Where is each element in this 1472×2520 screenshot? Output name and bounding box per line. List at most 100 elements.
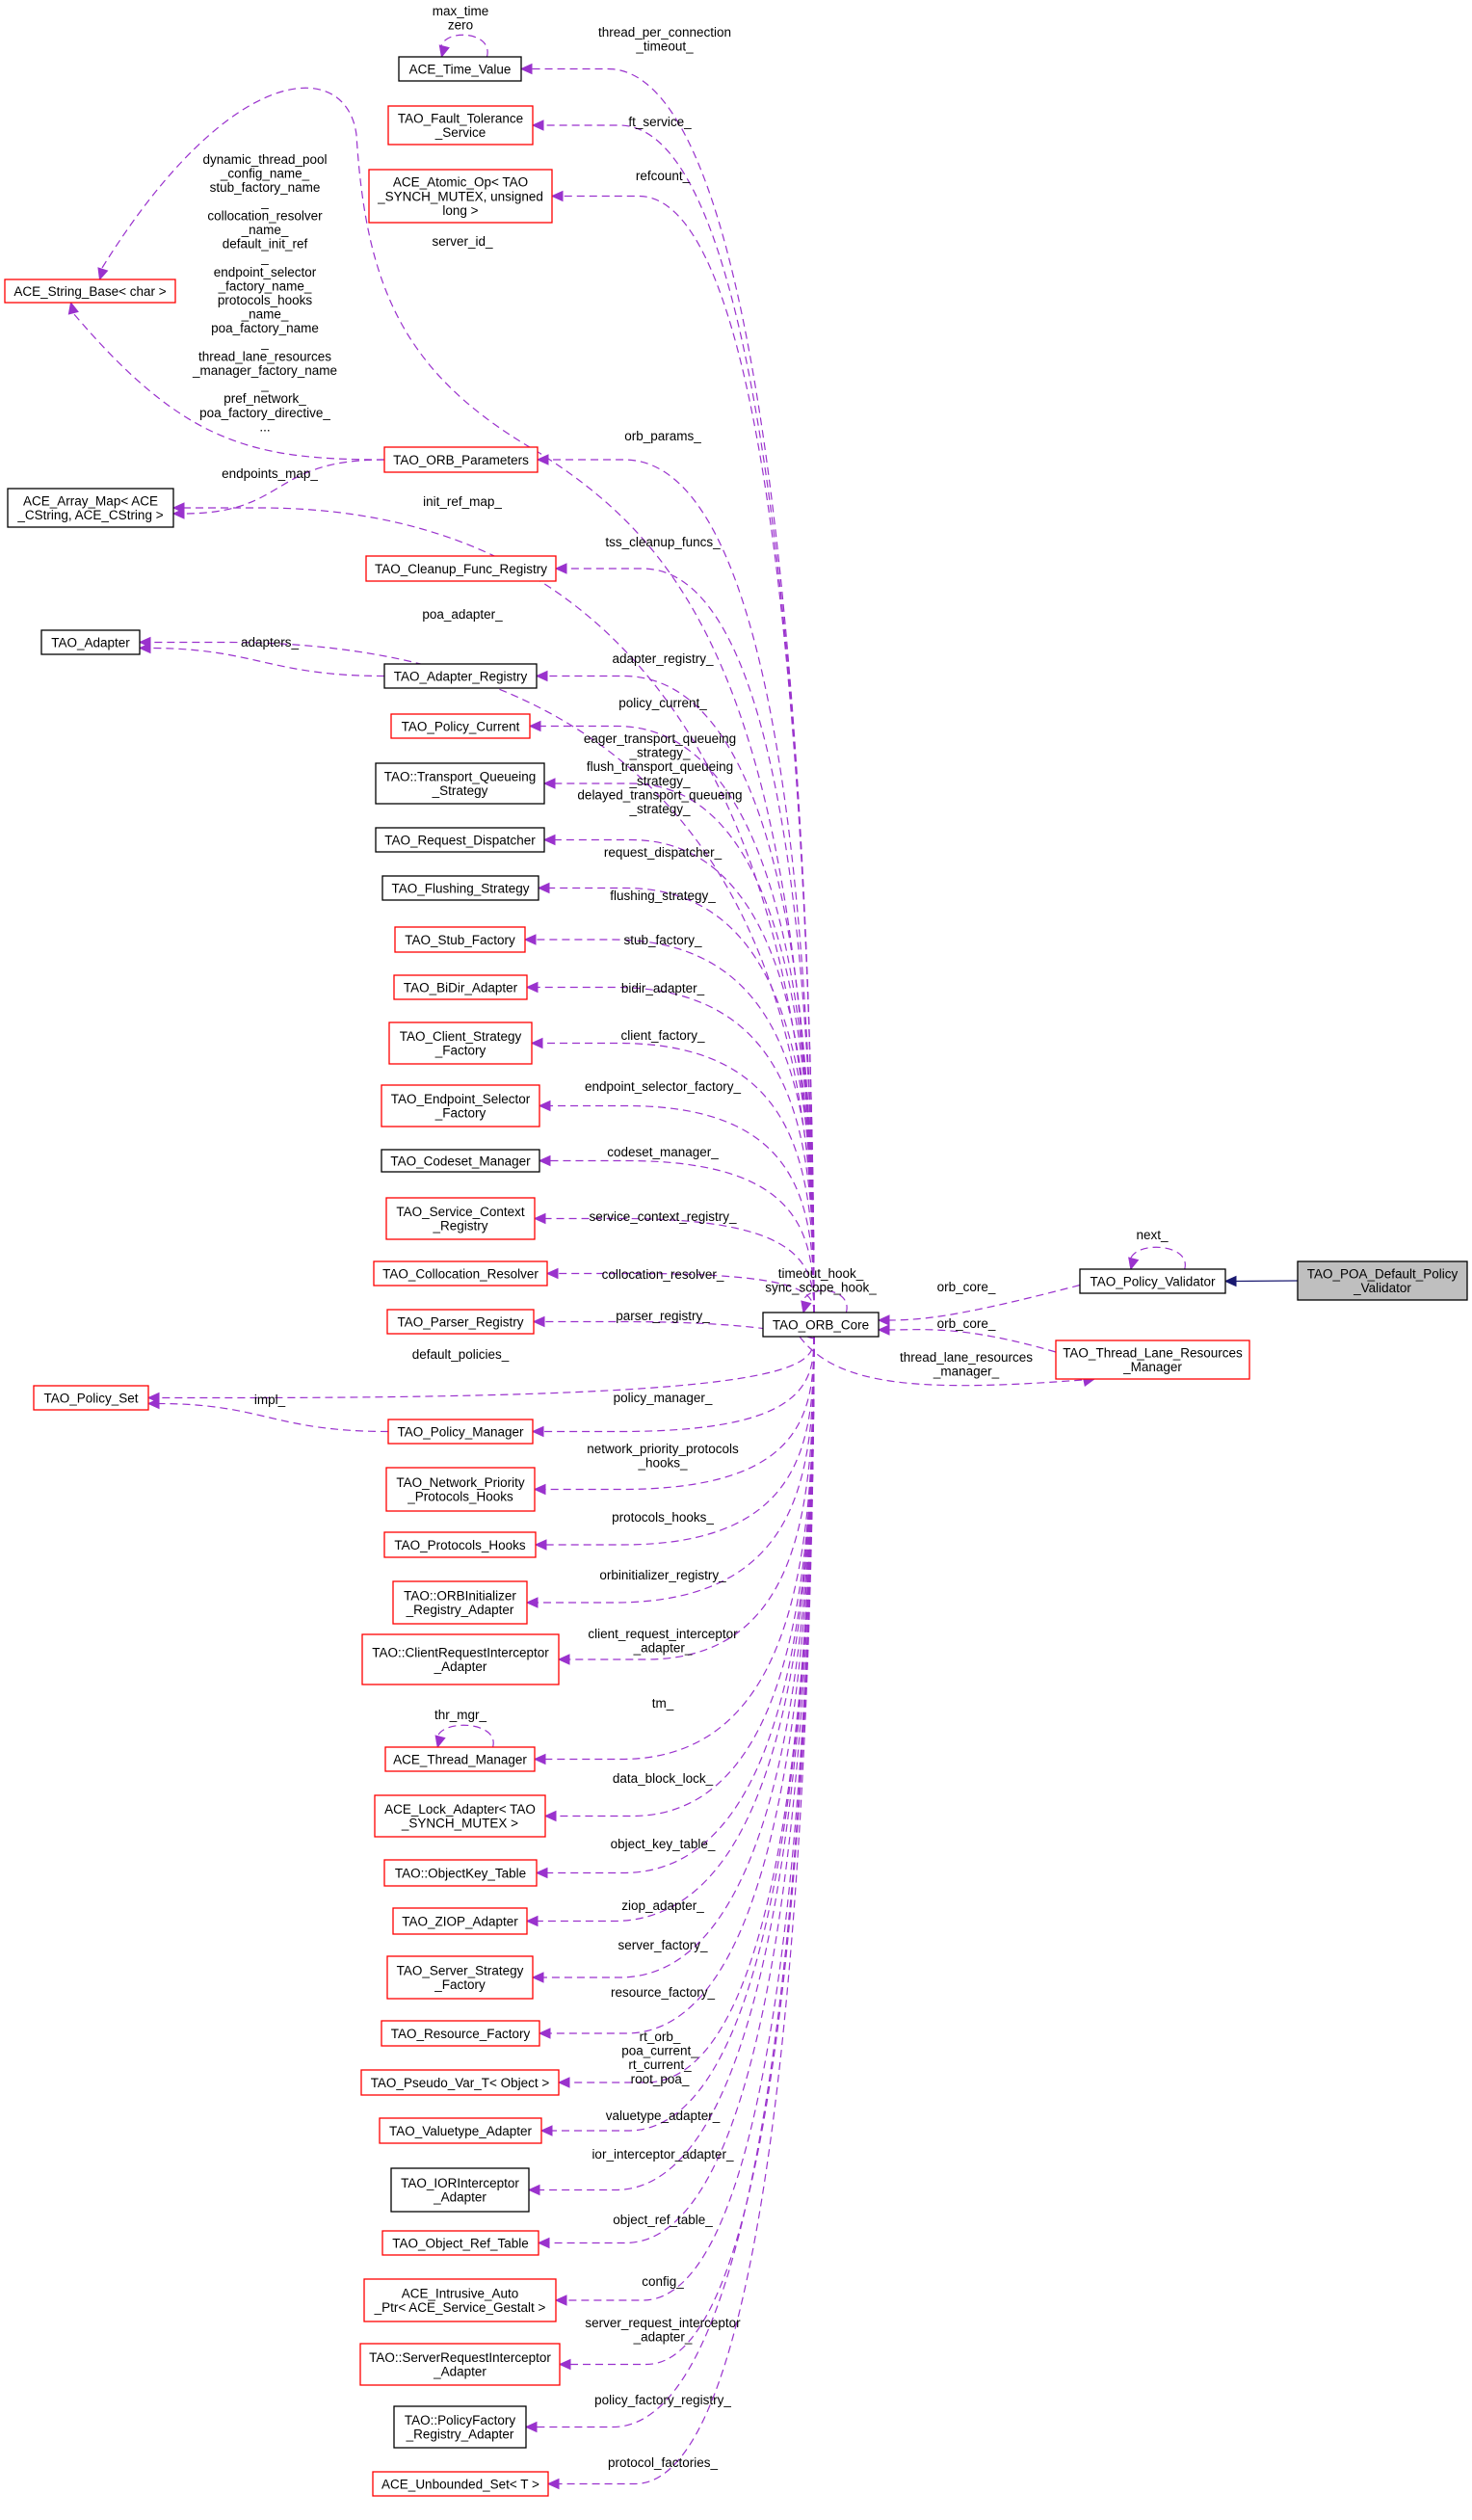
usage-edge <box>536 454 815 1313</box>
class-node-orb-params[interactable]: TAO_ORB_Parameters <box>383 446 539 473</box>
class-node-server-ri[interactable]: TAO::ServerRequestInterceptor_Adapter <box>359 2343 561 2386</box>
class-node-client-ri[interactable]: TAO::ClientRequestInterceptor_Adapter <box>361 1633 560 1685</box>
class-name: TAO_Pseudo_Var_T< Object > <box>371 2076 550 2090</box>
edge-label: client_factory_ <box>620 1028 705 1043</box>
edge-label: adapter_registry_ <box>612 651 714 666</box>
arrowhead-icon <box>97 267 109 281</box>
arrowhead-icon <box>538 1100 551 1112</box>
class-node-server-strategy[interactable]: TAO_Server_Strategy_Factory <box>386 1955 534 2000</box>
arrowhead-icon <box>527 2184 540 2196</box>
edge-line <box>157 1402 389 1433</box>
class-node-endpoint-sel[interactable]: TAO_Endpoint_Selector_Factory <box>381 1084 540 1127</box>
edge-label: timeout_hook_ <box>778 1266 864 1281</box>
class-node-object-ref[interactable]: TAO_Object_Ref_Table <box>381 2230 539 2256</box>
usage-edge <box>533 1212 815 1313</box>
arrowhead-icon <box>557 1654 570 1665</box>
class-node-collocation[interactable]: TAO_Collocation_Resolver <box>373 1260 548 1287</box>
class-name: TAO_Service_Context <box>396 1205 525 1219</box>
edge-label: orb_core_ <box>937 1316 996 1331</box>
class-node-fault-tol[interactable]: TAO_Fault_Tolerance_Service <box>387 105 534 146</box>
edge-label: rt_orb_ <box>640 2029 681 2044</box>
class-node-objkey[interactable]: TAO::ObjectKey_Table <box>383 1859 538 1887</box>
class-name: _Protocols_Hooks <box>407 1490 513 1504</box>
edge-line <box>535 939 815 1313</box>
class-node-policy-validator[interactable]: TAO_Policy_Validator <box>1079 1268 1226 1294</box>
class-name: TAO_ZIOP_Adapter <box>402 1914 518 1928</box>
class-node-codeset[interactable]: TAO_Codeset_Manager <box>381 1149 540 1173</box>
class-node-net-priority[interactable]: TAO_Network_Priority_Protocols_Hooks <box>385 1467 536 1512</box>
class-node-request-disp[interactable]: TAO_Request_Dispatcher <box>375 827 545 853</box>
arrowhead-icon <box>525 981 539 994</box>
edge-line <box>536 1336 815 2428</box>
class-node-orbinit[interactable]: TAO::ORBInitializer_Registry_Adapter <box>392 1580 528 1625</box>
class-node-thread-mgr[interactable]: ACE_Thread_Manager <box>384 1746 536 1772</box>
class-node-pseudo-var[interactable]: TAO_Pseudo_Var_T< Object > <box>360 2069 560 2096</box>
arrowhead-icon <box>525 1915 539 1927</box>
class-name: ACE_String_Base< char > <box>13 284 166 299</box>
class-name: _Ptr< ACE_Service_Gestalt > <box>374 2300 546 2315</box>
class-node-policy-factory[interactable]: TAO::PolicyFactory_Registry_Adapter <box>393 2405 527 2449</box>
arrowhead-icon <box>550 190 564 202</box>
edge-label: policy_current_ <box>618 696 707 710</box>
class-node-array-map[interactable]: ACE_Array_Map< ACE_CString, ACE_CString … <box>7 488 174 528</box>
class-node-parser-reg[interactable]: TAO_Parser_Registry <box>386 1309 535 1335</box>
arrowhead-icon <box>1223 1275 1237 1287</box>
edge-label: collocation_resolver <box>207 208 323 223</box>
edge-label: parser_registry_ <box>616 1309 710 1323</box>
edge-label: server_id_ <box>432 234 493 249</box>
edge-label: flush_transport_queueing <box>587 759 733 774</box>
class-node-bidir[interactable]: TAO_BiDir_Adapter <box>393 974 528 1000</box>
arrowhead-icon <box>537 2237 550 2249</box>
class-node-valuetype[interactable]: TAO_Valuetype_Adapter <box>379 2117 542 2144</box>
class-node-cleanup[interactable]: TAO_Cleanup_Func_Registry <box>365 555 557 582</box>
class-name: _Factory <box>434 1106 486 1121</box>
class-node-adapter-registry[interactable]: TAO_Adapter_Registry <box>383 663 538 689</box>
edge-label: protocols_hooks_ <box>612 1510 714 1525</box>
edge-label: stub_factory_ <box>623 933 702 947</box>
edge-line <box>887 1329 1057 1353</box>
edge-label: ior_interceptor_adapter_ <box>591 2147 734 2162</box>
class-node-time-value[interactable]: ACE_Time_Value <box>398 56 522 82</box>
class-node-poa-default[interactable]: TAO_POA_Default_Policy_Validator <box>1297 1260 1468 1301</box>
class-node-ziop[interactable]: TAO_ZIOP_Adapter <box>392 1907 528 1935</box>
arrowhead-icon <box>434 1735 446 1749</box>
class-name: _Registry_Adapter <box>406 1603 514 1617</box>
arrowhead-icon <box>539 2125 553 2136</box>
class-node-unbounded-set[interactable]: ACE_Unbounded_Set< T > <box>372 2471 549 2497</box>
class-name: ACE_Time_Value <box>409 62 512 76</box>
edge-label: thread_per_connection <box>598 25 731 40</box>
class-node-flushing[interactable]: TAO_Flushing_Strategy <box>381 875 539 901</box>
class-node-intrusive[interactable]: ACE_Intrusive_Auto_Ptr< ACE_Service_Gest… <box>363 2278 557 2322</box>
class-node-thread-lane[interactable]: TAO_Thread_Lane_Resources_Manager <box>1055 1340 1250 1380</box>
class-node-adapter[interactable]: TAO_Adapter <box>40 629 141 655</box>
class-node-stub-factory[interactable]: TAO_Stub_Factory <box>394 926 526 953</box>
class-node-transport-q[interactable]: TAO::Transport_Queueing_Strategy <box>375 762 545 805</box>
class-node-lock-adapter[interactable]: ACE_Lock_Adapter< TAO_SYNCH_MUTEX > <box>374 1794 546 1838</box>
class-node-client-strategy[interactable]: TAO_Client_Strategy_Factory <box>388 1021 533 1065</box>
class-node-orb-core[interactable]: TAO_ORB_Core <box>762 1312 880 1338</box>
class-name: TAO_Codeset_Manager <box>390 1154 531 1168</box>
arrowhead-icon <box>530 1037 543 1049</box>
class-node-policy-current[interactable]: TAO_Policy_Current <box>390 713 531 739</box>
class-node-atomic-op[interactable]: ACE_Atomic_Op< TAO_SYNCH_MUTEX, unsigned… <box>368 169 553 224</box>
arrowhead-icon <box>523 934 537 945</box>
class-name: TAO_Policy_Set <box>43 1391 138 1405</box>
edge-label: tss_cleanup_funcs_ <box>605 535 721 549</box>
class-node-policy-set[interactable]: TAO_Policy_Set <box>33 1385 149 1411</box>
class-node-string-base[interactable]: ACE_String_Base< char > <box>4 279 176 304</box>
class-node-policy-mgr[interactable]: TAO_Policy_Manager <box>387 1419 534 1445</box>
class-node-protocols-hooks[interactable]: TAO_Protocols_Hooks <box>383 1531 537 1558</box>
class-node-service-ctx[interactable]: TAO_Service_Context_Registry <box>385 1197 536 1240</box>
edge-label: _config_name_ <box>220 167 310 181</box>
edge-line <box>148 647 385 677</box>
class-node-resource-factory[interactable]: TAO_Resource_Factory <box>381 2020 540 2047</box>
arrowhead-icon <box>533 1753 546 1765</box>
edge-label: sync_scope_hook_ <box>765 1281 877 1295</box>
class-name: TAO::Transport_Queueing <box>384 770 537 784</box>
class-name: TAO_Network_Priority <box>396 1475 525 1490</box>
class-name: _Registry_Adapter <box>406 2427 514 2442</box>
class-name: TAO_Policy_Current <box>402 719 520 733</box>
arrowhead-icon <box>536 454 549 465</box>
edge-label: _manager_ <box>933 1365 1000 1379</box>
class-node-ior-interceptor[interactable]: TAO_IORInterceptor_Adapter <box>390 2167 530 2213</box>
